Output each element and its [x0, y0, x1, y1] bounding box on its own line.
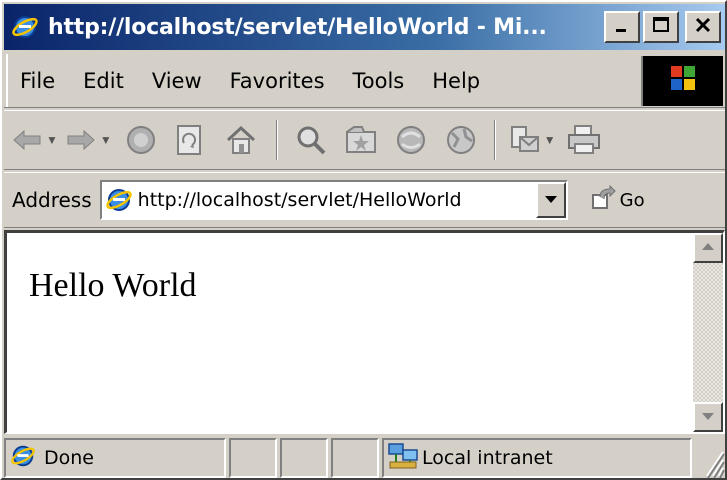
menu-file[interactable]: File	[14, 69, 69, 93]
close-button[interactable]	[685, 11, 721, 43]
mail-icon	[508, 123, 542, 157]
go-label: Go	[619, 189, 645, 211]
chevron-down-icon	[544, 191, 558, 209]
windows-logo-icon	[668, 63, 698, 98]
print-icon	[566, 123, 602, 157]
print-button[interactable]	[566, 118, 602, 162]
home-icon	[224, 123, 258, 157]
media-icon	[394, 123, 428, 157]
resize-grip[interactable]	[695, 438, 725, 478]
ie-logo-icon	[10, 12, 40, 42]
address-dropdown-button[interactable]	[535, 182, 566, 218]
address-label: Address	[12, 188, 92, 212]
page-done-icon	[10, 443, 36, 474]
intranet-zone-icon	[388, 442, 418, 475]
history-button[interactable]	[444, 118, 478, 162]
mail-button[interactable]: ▼	[508, 118, 562, 162]
favorites-button[interactable]	[344, 118, 378, 162]
window-title: http://localhost/servlet/HelloWorld - Mi…	[48, 14, 547, 40]
forward-icon	[64, 125, 98, 155]
media-button[interactable]	[394, 118, 428, 162]
status-bar: Done Local intranet	[4, 438, 725, 478]
forward-button[interactable]: ▼	[64, 118, 118, 162]
home-button[interactable]	[224, 118, 258, 162]
status-pane-security	[280, 438, 328, 478]
address-value: http://localhost/servlet/HelloWorld	[137, 189, 462, 211]
address-bar: Address http://localhost/servlet/HelloWo…	[4, 172, 725, 228]
page-heading: Hello World	[29, 267, 197, 304]
minimize-icon	[612, 15, 632, 40]
menu-help[interactable]: Help	[418, 69, 494, 93]
vertical-scrollbar[interactable]	[693, 233, 723, 432]
search-icon	[294, 123, 328, 157]
page-icon	[104, 185, 134, 215]
mail-dropdown-icon[interactable]: ▼	[544, 133, 556, 147]
title-bar[interactable]: http://localhost/servlet/HelloWorld - Mi…	[4, 4, 725, 50]
browser-window: http://localhost/servlet/HelloWorld - Mi…	[0, 0, 727, 480]
page-content: Hello World	[4, 230, 725, 434]
history-icon	[444, 123, 478, 157]
standard-toolbar: ▼ ▼ ▼	[4, 110, 725, 170]
go-button[interactable]: Go	[590, 184, 645, 216]
minimize-button[interactable]	[604, 11, 640, 43]
menu-tools[interactable]: Tools	[339, 69, 419, 93]
scroll-down-button[interactable]	[693, 402, 723, 432]
menu-favorites[interactable]: Favorites	[216, 69, 339, 93]
throbber	[641, 55, 723, 106]
back-dropdown-icon[interactable]: ▼	[46, 133, 58, 147]
chevron-down-icon	[701, 408, 715, 426]
scroll-up-button[interactable]	[693, 233, 723, 263]
maximize-icon	[651, 15, 671, 40]
refresh-button[interactable]	[174, 118, 204, 162]
forward-dropdown-icon[interactable]: ▼	[100, 133, 112, 147]
go-arrow-icon	[590, 184, 616, 216]
maximize-button[interactable]	[643, 11, 679, 43]
stop-button[interactable]	[124, 118, 158, 162]
stop-icon	[124, 123, 158, 157]
back-icon	[10, 125, 44, 155]
chevron-up-icon	[701, 239, 715, 257]
status-zone-pane: Local intranet	[382, 438, 692, 478]
toolbar-separator	[493, 120, 496, 160]
favorites-icon	[344, 123, 378, 157]
status-main-pane: Done	[4, 438, 226, 478]
toolbar-separator	[275, 120, 278, 160]
status-text: Done	[44, 447, 94, 469]
close-icon	[693, 15, 713, 40]
refresh-icon	[174, 123, 204, 157]
zone-label: Local intranet	[422, 447, 553, 469]
address-input[interactable]: http://localhost/servlet/HelloWorld	[99, 180, 568, 220]
menu-view[interactable]: View	[138, 69, 216, 93]
back-button[interactable]: ▼	[10, 118, 64, 162]
status-pane-progress	[229, 438, 277, 478]
search-button[interactable]	[294, 118, 328, 162]
status-pane-privacy	[331, 438, 379, 478]
menu-bar: File Edit View Favorites Tools Help	[4, 54, 725, 108]
menu-edit[interactable]: Edit	[69, 69, 138, 93]
